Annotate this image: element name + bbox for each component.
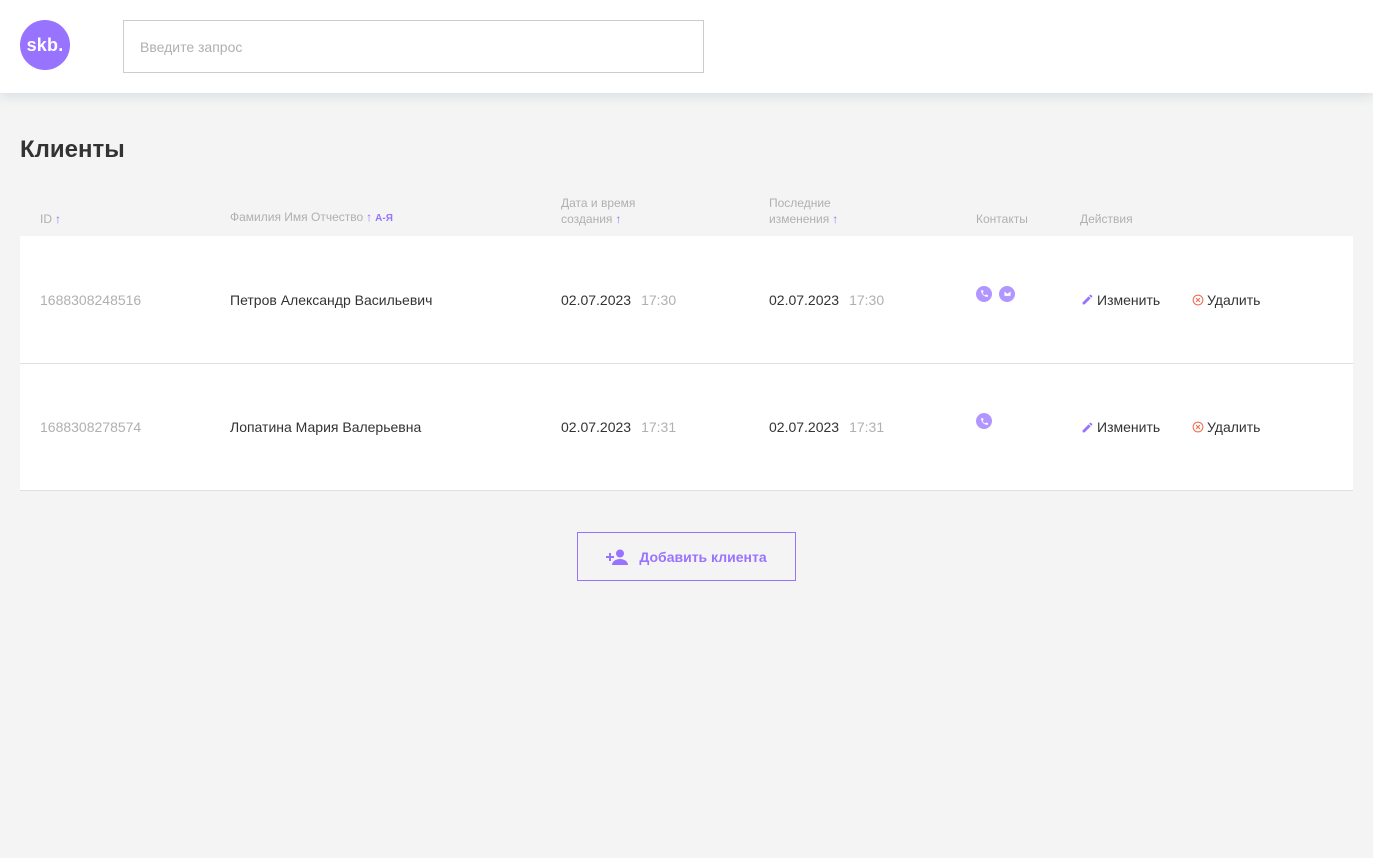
edit-button[interactable]: Изменить (1081, 236, 1160, 363)
phone-icon[interactable] (976, 285, 992, 302)
header-created[interactable]: Дата и время создания ↑ (561, 195, 635, 227)
add-user-icon (606, 549, 629, 565)
mail-icon[interactable] (999, 285, 1015, 302)
client-changed: 02.07.2023 17:30 (769, 236, 884, 363)
client-created: 02.07.2023 17:31 (561, 364, 676, 490)
clients-table: 1688308248516 Петров Александр Васильеви… (20, 236, 1353, 491)
created-time: 17:31 (641, 419, 677, 435)
pencil-icon (1082, 422, 1093, 432)
delete-label: Удалить (1207, 419, 1261, 435)
header-created-line2: создания (561, 212, 613, 226)
client-changed: 02.07.2023 17:31 (769, 364, 884, 490)
sort-arrow-icon: ↑ (55, 212, 61, 226)
pencil-icon (1082, 294, 1093, 305)
table-header: ID ↑ Фамилия Имя Отчество ↑ А-Я Дата и врем… (20, 188, 1353, 236)
header-id[interactable]: ID ↑ (40, 211, 61, 227)
page-title: Клиенты (20, 136, 125, 163)
add-client-button[interactable]: Добавить клиента (577, 532, 796, 581)
search-input[interactable] (123, 20, 704, 73)
delete-button[interactable]: Удалить (1192, 236, 1260, 363)
sort-arrow-icon: ↑ (366, 210, 373, 224)
header-changed-line2: изменения (769, 212, 830, 226)
client-contacts (976, 358, 992, 484)
header-name-label: Фамилия Имя Отчество (230, 210, 364, 224)
cancel-circle-icon (1192, 421, 1204, 433)
edit-label: Изменить (1097, 291, 1161, 308)
header-name[interactable]: Фамилия Имя Отчество ↑ А-Я (230, 209, 393, 227)
edit-button[interactable]: Изменить (1081, 364, 1160, 490)
cancel-circle-icon (1192, 294, 1204, 305)
changed-time: 17:31 (849, 419, 885, 435)
client-name: Лопатина Мария Валерьевна (230, 419, 422, 435)
sort-az-label: А-Я (375, 213, 393, 224)
header: skb. (0, 0, 1373, 93)
client-contacts (976, 230, 1015, 357)
client-created: 02.07.2023 17:30 (561, 236, 676, 363)
created-date: 02.07.2023 (561, 419, 632, 435)
client-id: 1688308278574 (40, 419, 142, 435)
edit-label: Изменить (1097, 419, 1161, 435)
header-changed[interactable]: Последние изменения ↑ (769, 195, 838, 227)
delete-button[interactable]: Удалить (1192, 364, 1260, 490)
logo: skb. (20, 20, 70, 70)
changed-date: 02.07.2023 (769, 419, 840, 435)
phone-icon[interactable] (976, 413, 992, 429)
changed-time: 17:30 (849, 291, 885, 308)
delete-label: Удалить (1207, 291, 1261, 308)
client-name: Петров Александр Васильевич (230, 291, 433, 308)
add-client-label: Добавить клиента (639, 548, 767, 565)
table-row: 1688308278574 Лопатина Мария Валерьевна … (20, 364, 1353, 491)
sort-arrow-icon: ↑ (615, 212, 622, 226)
created-date: 02.07.2023 (561, 291, 632, 308)
header-actions: Действия (1080, 212, 1133, 226)
created-time: 17:30 (641, 291, 677, 308)
header-changed-line1: Последние (769, 196, 831, 210)
header-contacts: Контакты (976, 212, 1028, 226)
table-row: 1688308248516 Петров Александр Васильеви… (20, 236, 1353, 364)
client-id: 1688308248516 (40, 291, 142, 308)
changed-date: 02.07.2023 (769, 291, 840, 308)
sort-arrow-icon: ↑ (832, 212, 839, 226)
header-created-line1: Дата и время (561, 196, 636, 210)
header-id-label: ID (40, 212, 52, 226)
